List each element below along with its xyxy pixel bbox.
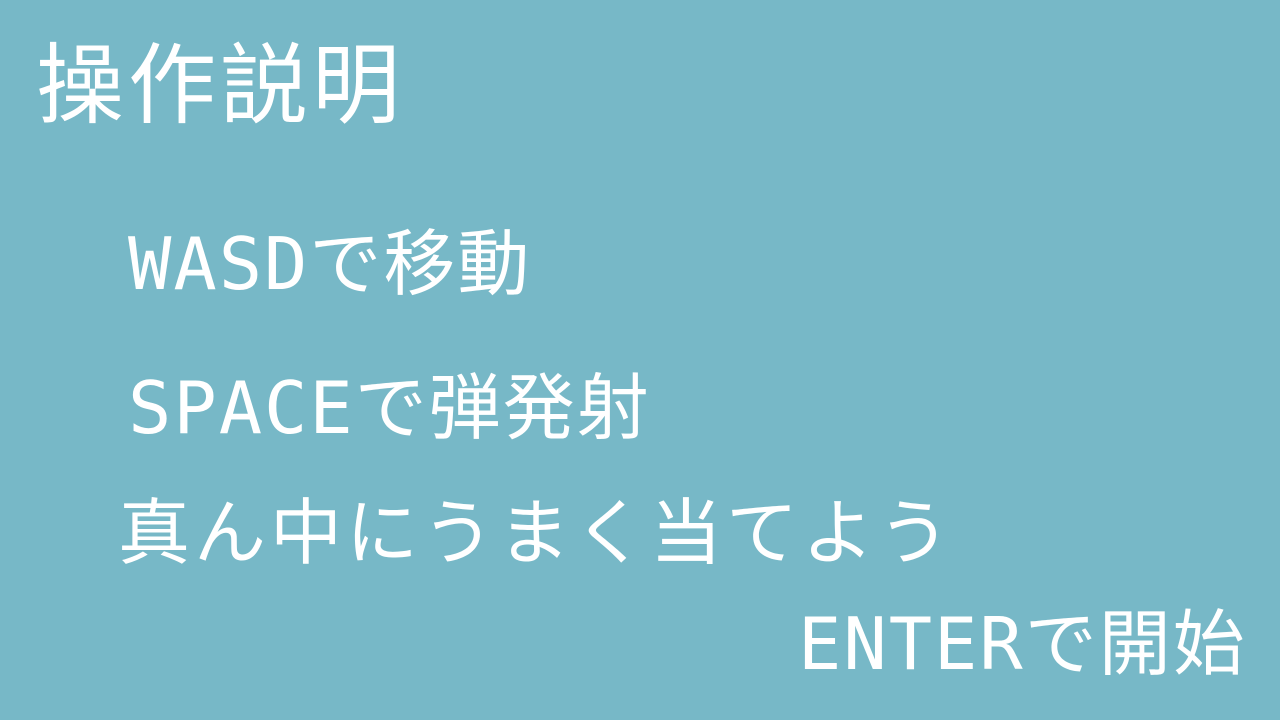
instruction-move: WASDで移動 <box>128 222 532 306</box>
instruction-screen: 操作説明 WASDで移動 SPACEで弾発射 真ん中にうまく当てよう ENTER… <box>0 0 1280 720</box>
instruction-goal: 真ん中にうまく当てよう <box>118 491 955 575</box>
start-prompt[interactable]: ENTERで開始 <box>798 608 1247 680</box>
screen-title: 操作説明 <box>36 34 405 137</box>
instruction-fire: SPACEで弾発射 <box>128 366 651 450</box>
